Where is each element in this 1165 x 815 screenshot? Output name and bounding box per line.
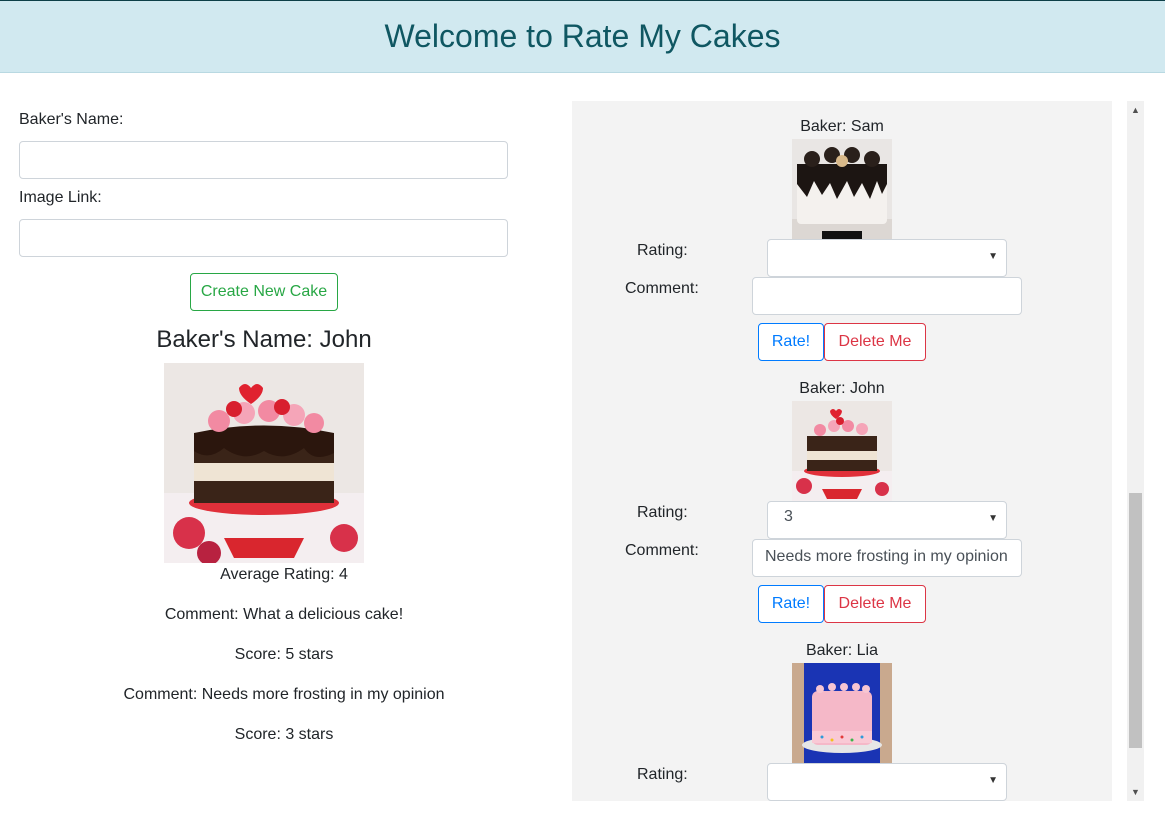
cake-baker-name: Baker: Sam: [800, 118, 884, 135]
baker-name-label: Baker's Name:: [19, 111, 124, 128]
scroll-up-arrow-icon[interactable]: ▲: [1127, 101, 1144, 118]
comment-input[interactable]: Needs more frosting in my opinion: [752, 539, 1022, 577]
rating-value: 3: [784, 508, 793, 525]
cake-list-panel[interactable]: Baker: Sam Rating: ▼ Comment: Rate! Dele…: [572, 101, 1112, 801]
page-title: Welcome to Rate My Cakes: [384, 18, 781, 54]
detail-title: Baker's Name: John: [156, 326, 372, 353]
comment-label: Comment:: [625, 542, 699, 559]
review-score: Score: 3 stars: [234, 726, 334, 743]
cake-image[interactable]: [792, 663, 892, 763]
image-link-input[interactable]: [19, 219, 508, 257]
scroll-down-arrow-icon[interactable]: ▼: [1127, 783, 1144, 800]
baker-name-input[interactable]: [19, 141, 508, 179]
review-score: Score: 5 stars: [234, 646, 334, 663]
rating-label: Rating:: [637, 504, 688, 521]
rating-select[interactable]: ▼: [767, 239, 1007, 277]
rate-button[interactable]: Rate!: [758, 323, 824, 361]
rating-select[interactable]: 3 ▼: [767, 501, 1007, 539]
page-header: Welcome to Rate My Cakes: [0, 0, 1165, 73]
cake-image[interactable]: [792, 401, 892, 501]
rate-button[interactable]: Rate!: [758, 585, 824, 623]
rating-select[interactable]: ▼: [767, 763, 1007, 801]
rating-label: Rating:: [637, 766, 688, 783]
review-comment: Comment: What a delicious cake!: [164, 606, 404, 623]
comment-label: Comment:: [625, 280, 699, 297]
create-cake-button[interactable]: Create New Cake: [190, 273, 338, 311]
average-rating: Average Rating: 4: [220, 566, 348, 583]
caret-down-icon: ▼: [988, 775, 998, 786]
delete-button[interactable]: Delete Me: [824, 323, 926, 361]
caret-down-icon: ▼: [988, 513, 998, 524]
comment-input[interactable]: [752, 277, 1022, 315]
review-comment: Comment: Needs more frosting in my opini…: [123, 686, 445, 703]
rating-label: Rating:: [637, 242, 688, 259]
delete-button[interactable]: Delete Me: [824, 585, 926, 623]
detail-cake-image: [164, 363, 364, 563]
cake-baker-name: Baker: Lia: [805, 642, 879, 659]
cake-image[interactable]: [792, 139, 892, 239]
scrollbar-thumb[interactable]: [1129, 493, 1142, 748]
cake-baker-name: Baker: John: [799, 380, 885, 397]
caret-down-icon: ▼: [988, 251, 998, 262]
image-link-label: Image Link:: [19, 189, 102, 206]
